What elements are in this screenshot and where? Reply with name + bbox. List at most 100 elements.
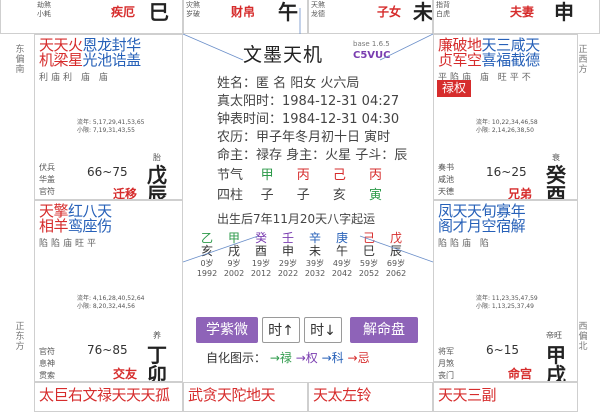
legend-ji: →忌 xyxy=(347,351,370,365)
jieqi-3: 丙 xyxy=(369,168,383,183)
cell-you-meta-2: 咸池 xyxy=(438,175,454,184)
dayun-zhi: 戌 xyxy=(227,244,240,258)
time-up-button[interactable]: 时↑ xyxy=(262,317,300,343)
info-name: 姓名：匿 名 阳女 火六局 xyxy=(217,76,360,91)
cell-xu[interactable]: 凤天天旬寡年 阁才月空宿解 陷陷庙 陷 流年: 11,23,35,47,59 小… xyxy=(433,200,578,382)
cell-xu-palace: 命宫 xyxy=(508,367,533,381)
cell-wei[interactable]: 天煞 龙德 子女 未 xyxy=(308,0,433,34)
dayun-column[interactable]: 壬申 29岁 2022 xyxy=(274,232,302,279)
time-down-button[interactable]: 时↓ xyxy=(304,317,342,343)
dayun-column[interactable]: 戊辰 69岁 2062 xyxy=(382,232,410,279)
cell-mao[interactable]: 天擎红八天 相羊鸾座伤 陷陷庙旺平 流年: 4,16,28,40,52,64 小… xyxy=(34,200,183,382)
explain-chart-button[interactable]: 解命盘 xyxy=(350,317,418,343)
cell-chen-meta-3: 官符 xyxy=(39,187,55,196)
cell-chen-meta-1: 伏兵 xyxy=(39,163,55,172)
cell-mao-meta-2: 息神 xyxy=(39,359,55,368)
direction-left-top: 东偏南 xyxy=(15,45,25,75)
star-char: 伤 xyxy=(97,217,112,235)
cell-mao-palace: 交友 xyxy=(113,367,138,381)
star-char: 空 xyxy=(481,217,497,235)
cell-xu-meta-2: 月煞 xyxy=(438,359,454,368)
cell-xu-meta-3: 丧门 xyxy=(438,371,454,380)
cell-wu-branch: 午 xyxy=(278,0,298,24)
cell-yin-stars: 太巨右文禄天天天孤 xyxy=(39,386,170,404)
star-char: 空 xyxy=(467,51,482,69)
learn-ziwei-button[interactable]: 学紫微 xyxy=(196,317,258,343)
direction-right-top: 正西方 xyxy=(578,45,588,75)
cell-mao-meta-3: 贯索 xyxy=(39,371,55,380)
star-char: 机 xyxy=(39,51,54,69)
cell-you-meta-1: 奏书 xyxy=(438,163,454,172)
self-transform-legend: 自化图示： →禄 →权 →科 →忌 xyxy=(206,349,370,366)
cell-xu-stars-row2: 阁才月空宿解 xyxy=(438,217,526,235)
dayun-year: 2022 xyxy=(277,269,299,278)
dayun-column[interactable]: 己巳 59岁 2052 xyxy=(355,232,383,279)
jieqi-1: 丙 xyxy=(296,168,310,183)
legend-quan: →权 xyxy=(295,351,318,365)
cell-you-branch: 癸酉 xyxy=(546,163,566,200)
star-char: 福 xyxy=(496,51,511,69)
cell-chou-stars: 武贪天陀地天 xyxy=(188,386,276,404)
dayun-column[interactable]: 庚午 49岁 2042 xyxy=(328,232,356,279)
dayun-year: 2052 xyxy=(358,269,380,278)
cell-hai[interactable]: 天天三副 xyxy=(433,382,578,412)
cell-zi[interactable]: 天太左铃 xyxy=(308,382,433,412)
cell-xu-branch: 甲戌 xyxy=(546,343,566,382)
cell-you-stars-row2: 贞军空喜福截德 xyxy=(438,53,540,68)
info-lunar-date: 农历：甲子年冬月初十日 寅时 xyxy=(217,130,391,145)
star-char: 相 xyxy=(39,217,54,235)
app-version: base 1.6.5 xyxy=(353,40,390,48)
cell-chen-meta-2: 华盖 xyxy=(39,175,55,184)
dayun-column[interactable]: 辛未 39岁 2032 xyxy=(301,232,329,279)
dayun-year: 2032 xyxy=(304,269,326,278)
jieqi-2: 己 xyxy=(332,168,346,183)
cell-si[interactable]: 劫煞 小耗 疾厄 巳 xyxy=(0,0,183,34)
star-char: 星 xyxy=(68,51,83,69)
cell-mao-branch: 丁卯 xyxy=(147,343,167,382)
legend-prefix: 自化图示： xyxy=(206,351,267,365)
cell-si-branch: 巳 xyxy=(149,0,169,24)
star-char: 羊 xyxy=(53,217,69,235)
cell-xu-tag: 帝旺 xyxy=(546,331,562,340)
sizhu-3: 寅 xyxy=(369,188,383,203)
cell-chen[interactable]: 天天火恩龙封华 机梁星光池诰盖 利庙利 庙 庙 流年: 5,17,29,41,5… xyxy=(34,34,183,200)
dayun-year: 2062 xyxy=(385,269,407,278)
cell-zi-stars: 天太左铃 xyxy=(313,386,372,404)
jieqi-0: 甲 xyxy=(260,168,274,183)
cell-yin[interactable]: 太巨右文禄天天天孤 xyxy=(34,382,183,412)
star-char: 诰 xyxy=(111,51,127,69)
star-char: 解 xyxy=(510,217,526,235)
dayun-year: 2002 xyxy=(223,269,245,278)
dayun-column[interactable]: 癸酉 19岁 2012 xyxy=(247,232,275,279)
star-char: 军 xyxy=(452,51,468,69)
dayun-column[interactable]: 甲戌 9岁 2002 xyxy=(220,232,248,279)
cell-shen-palace: 夫妻 xyxy=(510,5,535,19)
legend-ke: →科 xyxy=(321,351,344,365)
center-panel: 文墨天机 base 1.6.5 C5VUC 姓名：匿 名 阳女 火六局 真太阳时… xyxy=(183,34,433,362)
dayun-age: 0岁 xyxy=(200,259,214,268)
star-char: 宿 xyxy=(496,217,511,235)
dayun-zhi: 申 xyxy=(281,244,294,258)
direction-right-bottom: 西偏北 xyxy=(578,322,588,352)
sizhu-label: 四柱 xyxy=(217,188,244,203)
dayun-column[interactable]: 乙亥 0岁 1992 xyxy=(193,232,221,279)
star-char: 梁 xyxy=(53,51,69,69)
cell-wu[interactable]: 灾煞 岁破 财帛 午 xyxy=(183,0,308,34)
star-char: 阁 xyxy=(438,217,453,235)
star-char: 德 xyxy=(525,51,540,69)
dayun-age: 59岁 xyxy=(359,259,379,268)
app-title: 文墨天机 xyxy=(243,44,324,66)
cell-shen[interactable]: 指背 白虎 夫妻 申 xyxy=(433,0,600,34)
cell-wei-meta: 天煞 龙德 xyxy=(311,1,325,18)
ziwei-chart: 劫煞 小耗 疾厄 巳 灾煞 岁破 财帛 午 天煞 龙德 子女 未 指背 白虎 夫… xyxy=(0,0,600,412)
cell-you[interactable]: 廉破地天三咸天 贞军空喜福截德 平陷庙 庙 旺平不 流年: 10,22,34,4… xyxy=(433,34,578,200)
cell-chou[interactable]: 武贪天陀地天 xyxy=(183,382,308,412)
cell-you-tag: 衰 xyxy=(552,153,560,162)
cell-hai-stars: 天天三副 xyxy=(438,386,497,404)
dayun-age: 19岁 xyxy=(251,259,271,268)
star-char: 截 xyxy=(510,51,526,69)
cell-chen-tag: 胎 xyxy=(153,153,161,162)
pillars-sizhu: 四柱 子 子 亥 寅 xyxy=(217,184,392,203)
dayun-age: 29岁 xyxy=(278,259,298,268)
cell-you-palace: 兄弟 xyxy=(508,187,533,200)
